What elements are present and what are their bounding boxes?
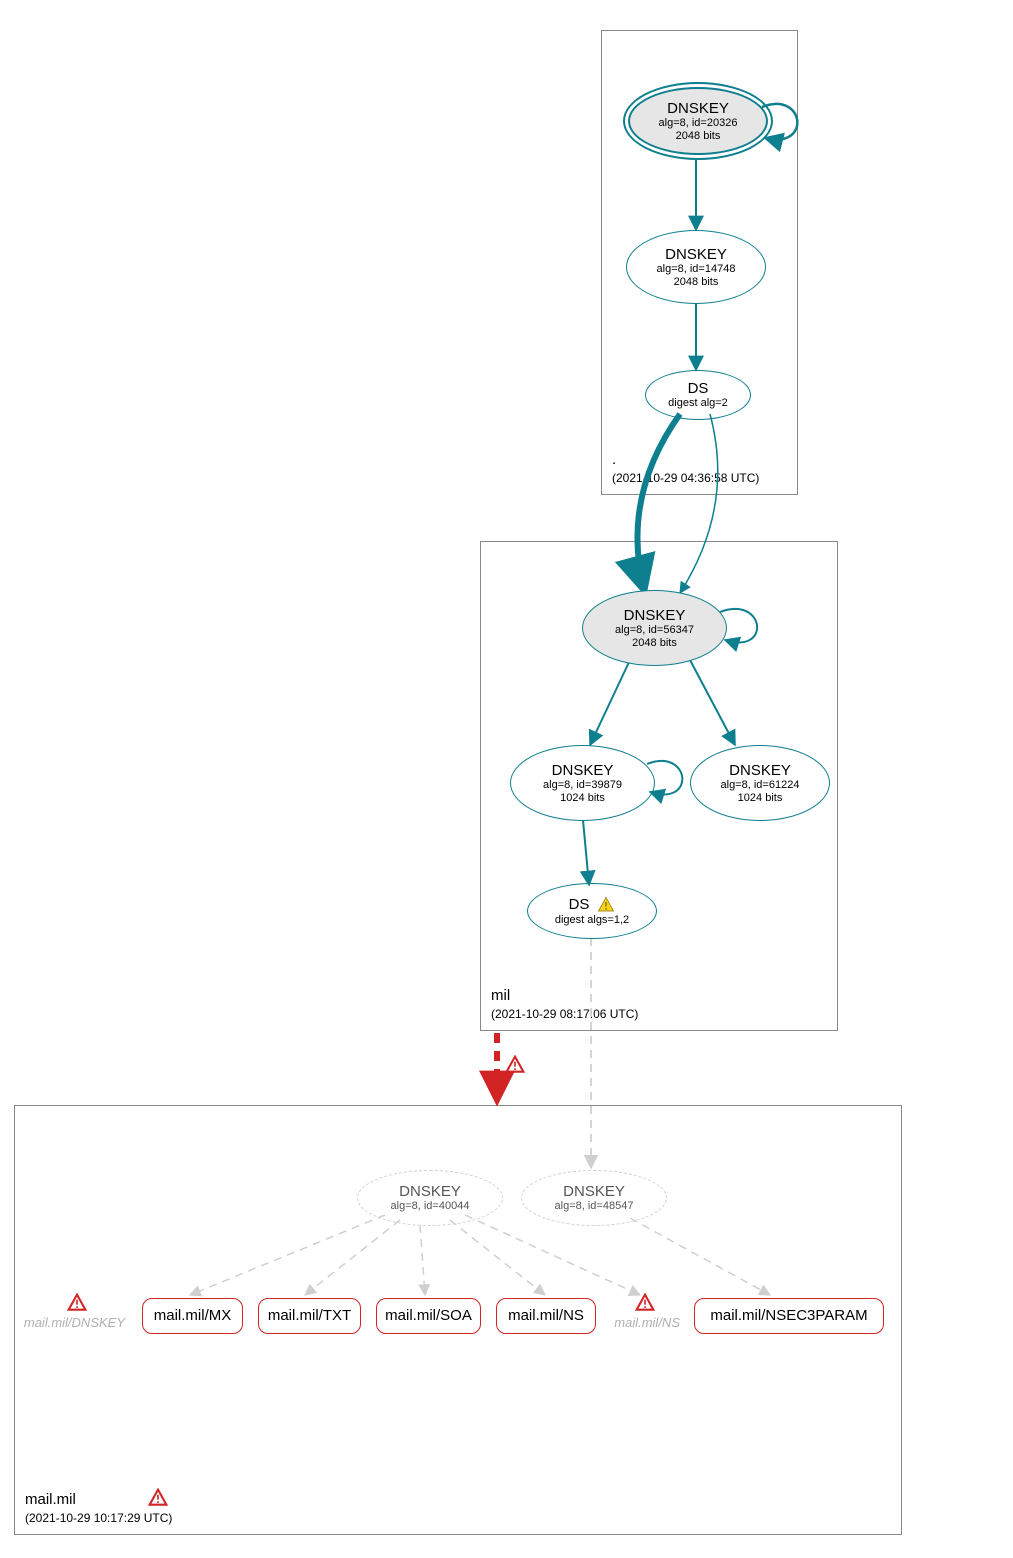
warning-icon xyxy=(597,896,615,914)
ghost-ns: mail.mil/NS xyxy=(600,1315,680,1330)
zone-root-name: . xyxy=(612,450,759,470)
error-icon xyxy=(635,1293,655,1313)
node-mil-zsk2: DNSKEY alg=8, id=61224 1024 bits xyxy=(690,745,830,821)
node-mailmil-key2: DNSKEY alg=8, id=48547 xyxy=(521,1170,667,1226)
diagram-canvas: . (2021-10-29 04:36:58 UTC) mil (2021-10… xyxy=(0,0,1013,1558)
zone-mil-name: mil xyxy=(491,986,638,1006)
ghost-dnskey: mail.mil/DNSKEY xyxy=(20,1315,125,1330)
zone-root-ts: (2021-10-29 04:36:58 UTC) xyxy=(612,470,759,486)
node-root-zsk: DNSKEY alg=8, id=14748 2048 bits xyxy=(626,230,766,304)
node-mil-ksk: DNSKEY alg=8, id=56347 2048 bits xyxy=(582,590,727,666)
rr-txt: mail.mil/TXT xyxy=(258,1298,361,1334)
rr-mx: mail.mil/MX xyxy=(142,1298,243,1334)
node-root-ksk: DNSKEY alg=8, id=20326 2048 bits xyxy=(623,82,773,160)
rr-nsec3param: mail.mil/NSEC3PARAM xyxy=(694,1298,884,1334)
rr-ns: mail.mil/NS xyxy=(496,1298,596,1334)
error-icon xyxy=(148,1488,168,1508)
node-root-ds: DS digest alg=2 xyxy=(645,370,751,420)
node-mil-ds: DS digest algs=1,2 xyxy=(527,883,657,939)
node-mil-zsk1: DNSKEY alg=8, id=39879 1024 bits xyxy=(510,745,655,821)
node-mailmil-key1: DNSKEY alg=8, id=40044 xyxy=(357,1170,503,1226)
rr-soa: mail.mil/SOA xyxy=(376,1298,481,1334)
zone-mailmil-ts: (2021-10-29 10:17:29 UTC) xyxy=(25,1510,172,1526)
zone-mil-ts: (2021-10-29 08:17:06 UTC) xyxy=(491,1006,638,1022)
error-icon xyxy=(67,1293,87,1313)
error-icon xyxy=(505,1055,525,1075)
